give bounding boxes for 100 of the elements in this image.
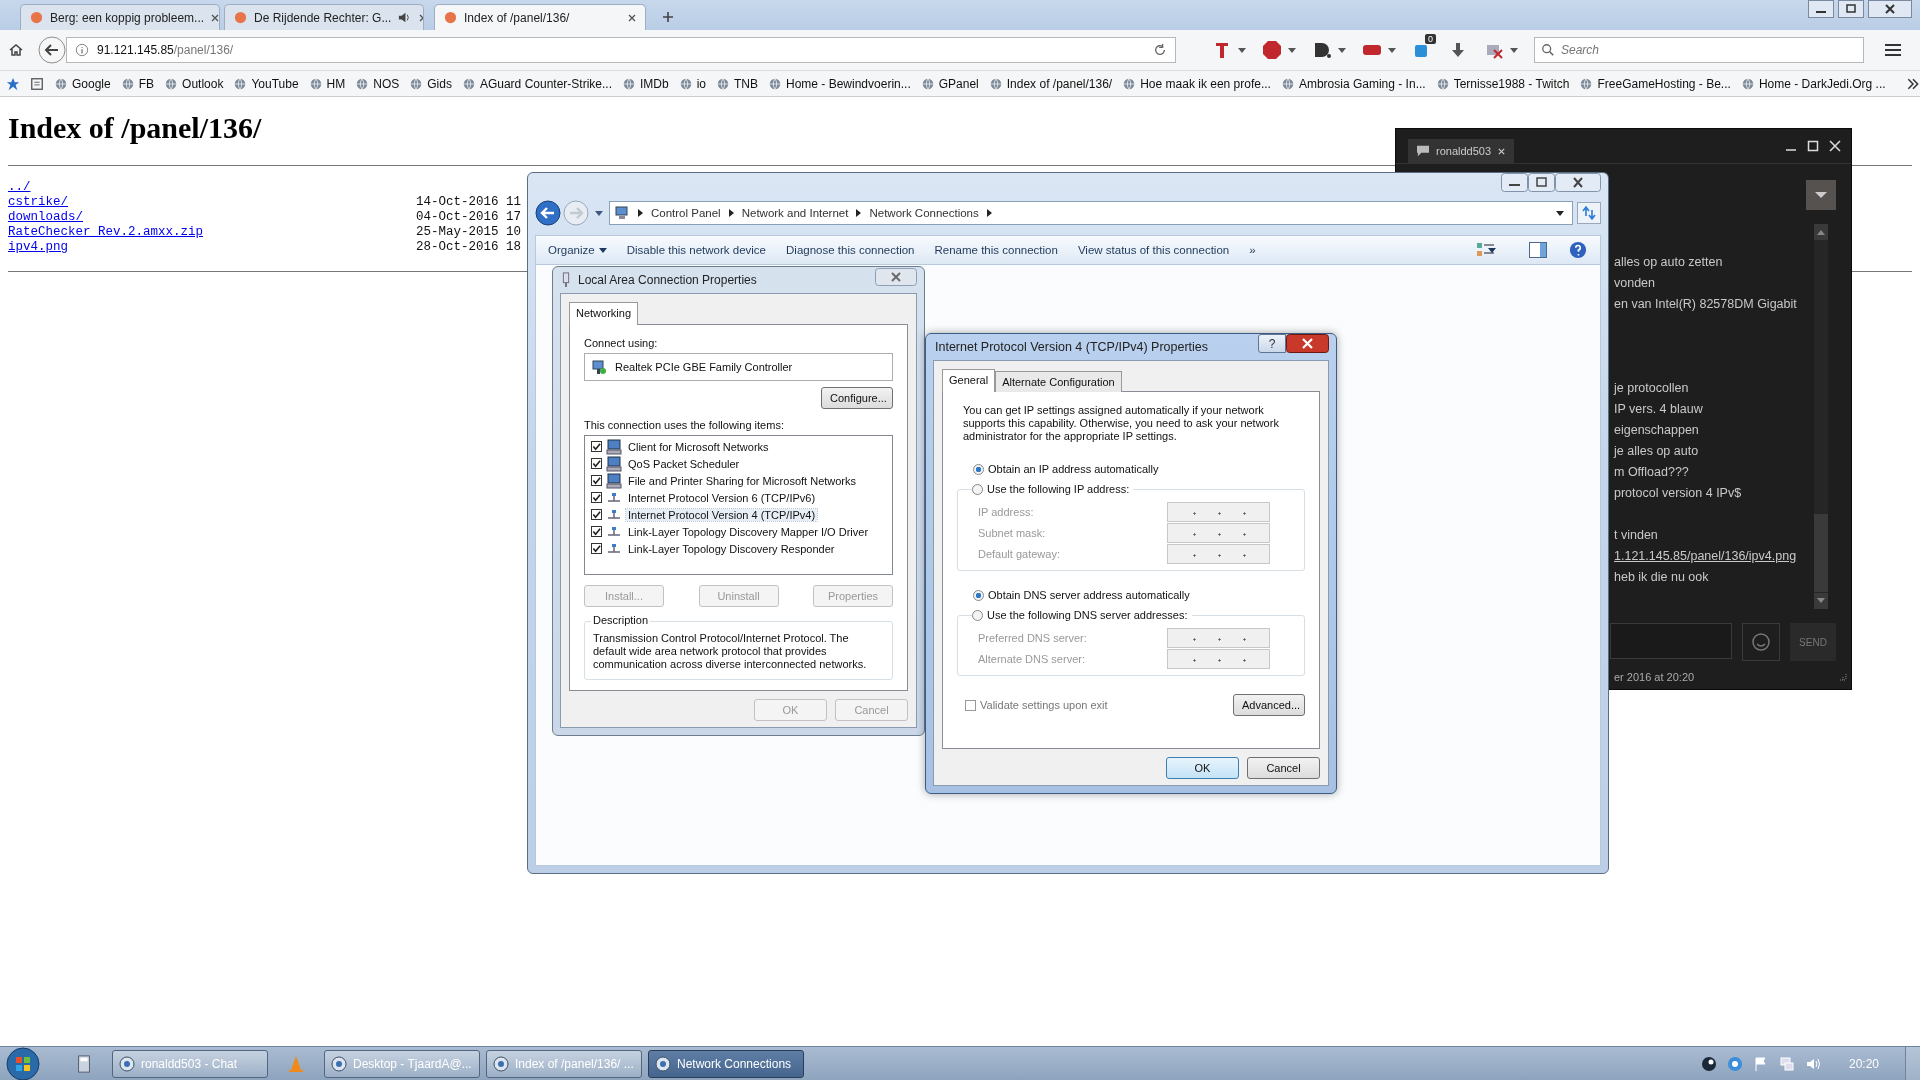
chat-link[interactable]: 1.121.145.85/panel/136/ipv4.png	[1614, 546, 1797, 567]
steam-icon[interactable]	[1700, 1055, 1717, 1072]
minimize-icon[interactable]	[1808, 0, 1834, 18]
back-button[interactable]	[535, 200, 561, 226]
ip-field[interactable]	[1167, 627, 1270, 648]
bookmark-item[interactable]: Outlook	[164, 76, 224, 91]
toolbar-item[interactable]: Disable this network device	[626, 244, 766, 256]
bookmark-item[interactable]: Ambrosia Gaming - In...	[1280, 76, 1426, 91]
radio-button[interactable]	[972, 609, 983, 621]
menu-icon[interactable]	[1884, 42, 1902, 58]
checkbox[interactable]	[591, 458, 602, 469]
close-icon[interactable]	[627, 12, 637, 23]
resize-grip-icon[interactable]	[1839, 673, 1847, 681]
browser-tab[interactable]: Berg: een koppig probleem...	[20, 4, 220, 30]
view-options-icon[interactable]	[1476, 241, 1496, 259]
address-bar[interactable]: Control Panel Network and Internet Network Connections	[609, 201, 1573, 225]
preview-pane-icon[interactable]	[1528, 241, 1548, 259]
caret-icon[interactable]	[1510, 47, 1518, 53]
dropdown-button[interactable]	[1806, 180, 1836, 210]
chat-tab[interactable]: ronaldd503	[1408, 139, 1515, 163]
home-icon[interactable]	[8, 42, 24, 58]
bookmark-item[interactable]: AGuard Counter-Strike...	[461, 76, 612, 91]
bookmark-item[interactable]: Hoe maak ik een profe...	[1122, 76, 1271, 91]
address-field[interactable]: 91.121.145.85/panel/136/	[66, 37, 1176, 63]
dialog-tab[interactable]: Networking	[569, 302, 639, 325]
extension-icon[interactable]	[1312, 40, 1332, 60]
bookmark-item[interactable]: Index of /panel/136/	[988, 76, 1113, 91]
toolbar-item[interactable]: Diagnose this connection	[786, 244, 915, 256]
chevron-icon[interactable]	[856, 209, 862, 217]
chevron-icon[interactable]	[986, 209, 992, 217]
configure-button[interactable]: Configure...	[821, 387, 893, 409]
reload-icon[interactable]	[1153, 43, 1167, 57]
more-button[interactable]: »	[1249, 244, 1256, 256]
checkbox[interactable]	[591, 543, 602, 554]
bookmark-item[interactable]: IMDb	[622, 76, 669, 91]
bookmark-item[interactable]: FB	[120, 76, 155, 91]
maximize-icon[interactable]	[1807, 140, 1819, 152]
radio-button[interactable]	[972, 483, 983, 495]
ip-field[interactable]	[1167, 522, 1270, 543]
file-link[interactable]: ipv4.png	[8, 240, 68, 255]
bookmark-item[interactable]: HM	[308, 76, 346, 91]
star-icon[interactable]	[6, 76, 20, 91]
radio-button[interactable]	[973, 589, 984, 601]
breadcrumb-item[interactable]: Network and Internet	[741, 207, 849, 219]
list-item[interactable]: QoS Packet Scheduler	[626, 457, 742, 470]
plus-icon[interactable]	[662, 11, 674, 23]
list-item[interactable]: Link-Layer Topology Discovery Mapper I/O Driver	[626, 525, 871, 538]
bookmarks-icon[interactable]	[30, 76, 44, 91]
bookmark-item[interactable]: NOS	[355, 76, 400, 91]
bookmark-item[interactable]: Gids	[409, 76, 452, 91]
scrollbar[interactable]	[1814, 224, 1828, 609]
dialog-tab[interactable]: Alternate Configuration	[995, 371, 1122, 392]
chevron-icon[interactable]	[1905, 76, 1920, 91]
radio-label[interactable]: Obtain DNS server address automatically	[988, 589, 1190, 601]
toolbar-item[interactable]: Organize	[548, 244, 595, 256]
list-item[interactable]: Internet Protocol Version 4 (TCP/IPv4)	[626, 508, 818, 521]
caret-icon[interactable]	[1388, 47, 1396, 53]
ip-field[interactable]	[1167, 543, 1270, 564]
back-button[interactable]	[38, 36, 66, 64]
bookmark-item[interactable]: GPanel	[920, 76, 979, 91]
calculator-icon[interactable]	[76, 1054, 92, 1073]
caret-icon[interactable]	[1556, 210, 1564, 216]
checkbox[interactable]	[591, 509, 602, 520]
caret-icon[interactable]	[598, 247, 607, 253]
close-icon[interactable]	[1286, 334, 1329, 353]
ip-field[interactable]	[1167, 501, 1270, 522]
caret-icon[interactable]	[1338, 47, 1346, 53]
ip-field[interactable]	[1167, 648, 1270, 669]
globe-icon[interactable]	[1726, 1055, 1743, 1072]
list-item[interactable]: Client for Microsoft Networks	[626, 440, 771, 453]
bookmark-item[interactable]: Ternisse1988 - Twitch	[1435, 76, 1570, 91]
adblock-icon[interactable]	[1262, 40, 1282, 60]
emoji-button[interactable]	[1742, 623, 1780, 661]
file-link[interactable]: downloads/	[8, 210, 83, 225]
list-item[interactable]: File and Printer Sharing for Microsoft Networks	[626, 474, 859, 487]
bookmark-item[interactable]: TNB	[716, 76, 758, 91]
bookmark-item[interactable]: Home - DarkJedi.Org ...	[1740, 76, 1886, 91]
caret-icon[interactable]	[1488, 247, 1496, 253]
browser-tab[interactable]: De Rijdende Rechter: G...	[224, 4, 424, 30]
toolbar-item[interactable]: Rename this connection	[934, 244, 1058, 256]
toolbar-item[interactable]: View status of this connection	[1077, 244, 1230, 256]
taskbar-button[interactable]: Network Connections	[648, 1049, 804, 1078]
close-icon[interactable]	[1497, 146, 1507, 156]
radio-label[interactable]: Obtain an IP address automatically	[988, 463, 1159, 475]
browser-tab[interactable]: Index of /panel/136/	[434, 4, 646, 30]
help-button[interactable]: ?	[1258, 334, 1286, 353]
bookmark-item[interactable]: io	[678, 76, 706, 91]
list-item[interactable]: Internet Protocol Version 6 (TCP/IPv6)	[626, 491, 818, 504]
chevron-icon[interactable]	[728, 209, 734, 217]
breadcrumb-item[interactable]: Control Panel	[651, 207, 721, 219]
bookmark-item[interactable]: Google	[54, 76, 111, 91]
dialog-tab[interactable]: General	[942, 369, 996, 392]
list-item[interactable]: Link-Layer Topology Discovery Responder	[626, 542, 837, 555]
radio-button[interactable]	[973, 463, 984, 475]
checkbox[interactable]	[591, 492, 602, 503]
bookmark-item[interactable]: YouTube	[233, 76, 299, 91]
file-link[interactable]: cstrike/	[8, 195, 68, 210]
search-field[interactable]: Search	[1534, 37, 1864, 63]
checkbox[interactable]	[591, 526, 602, 537]
cancel-button[interactable]: Cancel	[1247, 757, 1320, 779]
